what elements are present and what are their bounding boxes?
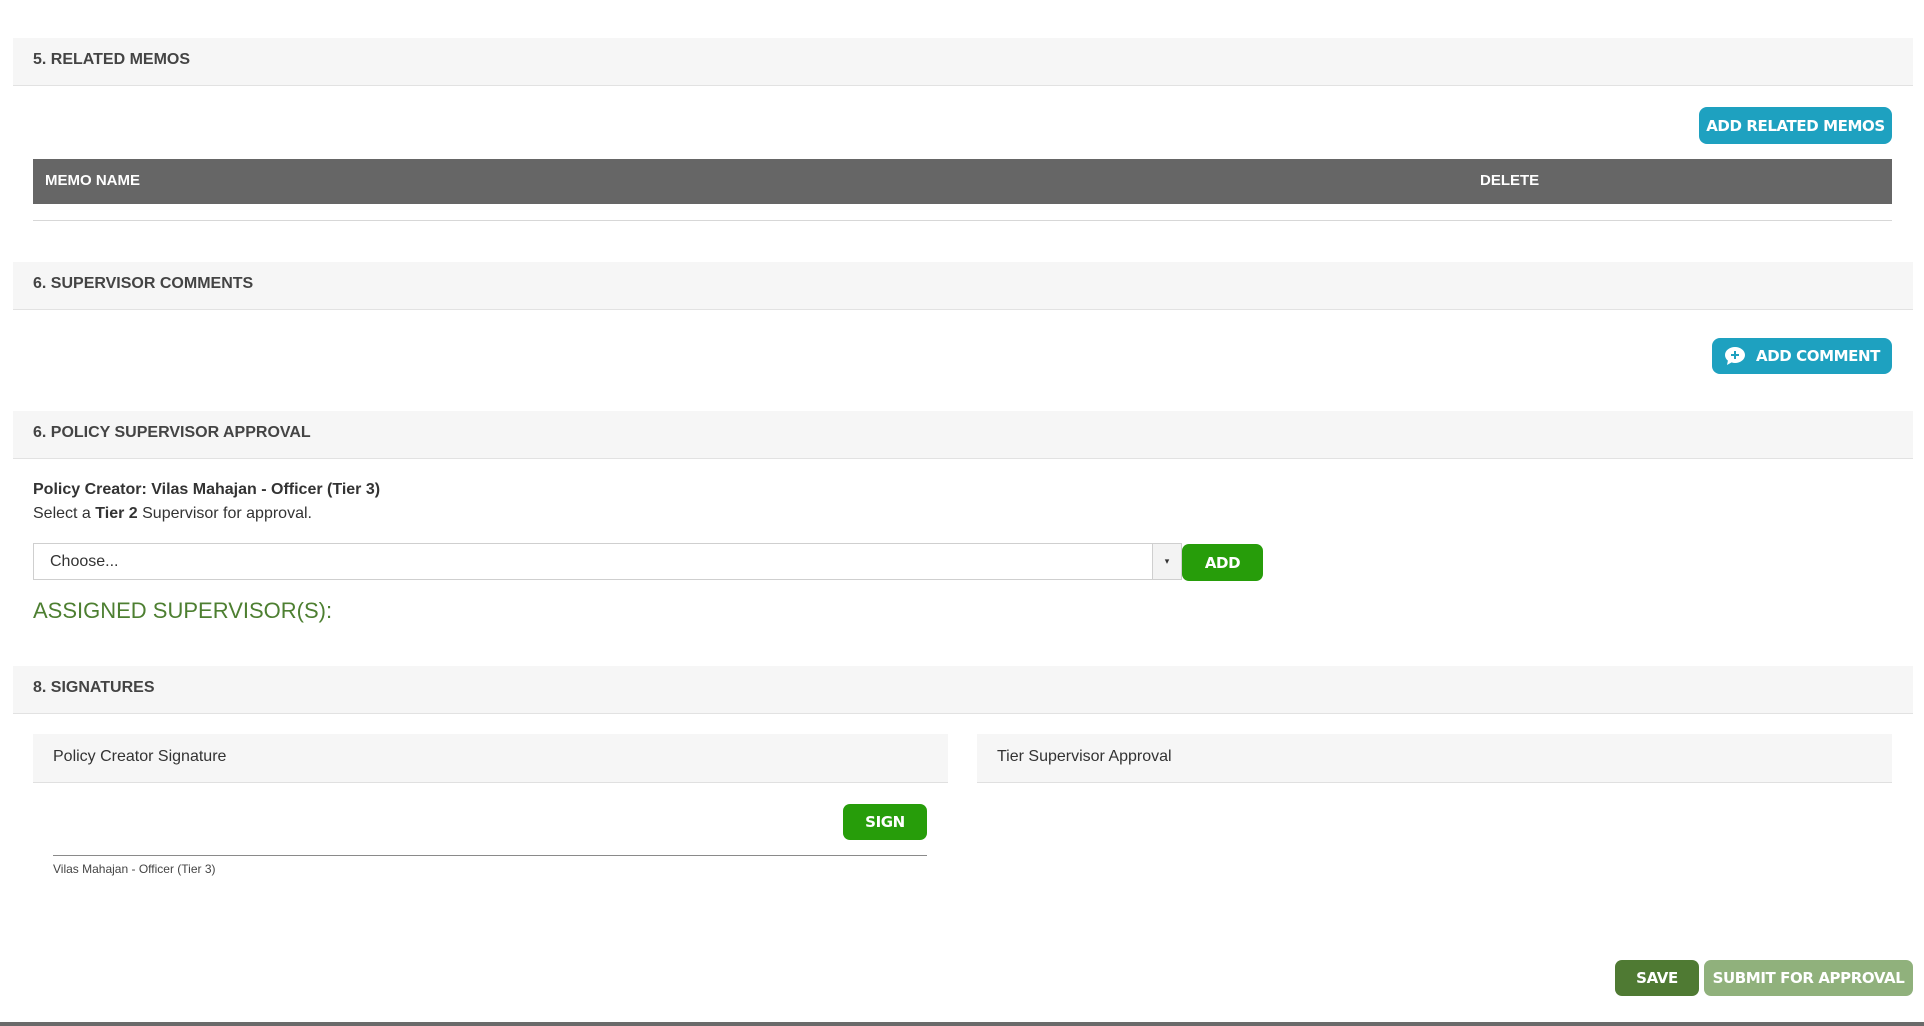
comment-plus-icon — [1725, 347, 1745, 365]
delete-column-header: DELETE — [1480, 172, 1540, 189]
add-supervisor-button[interactable]: ADD — [1182, 544, 1263, 581]
bottom-scroll-strip — [0, 1022, 1924, 1026]
signature-line — [53, 855, 927, 856]
memo-name-column-header: MEMO NAME — [45, 172, 140, 189]
creator-signature-name: Vilas Mahajan - Officer (Tier 3) — [53, 862, 216, 876]
signatures-title: 8. SIGNATURES — [33, 679, 155, 696]
caret-down-icon[interactable]: ▾ — [1152, 544, 1181, 579]
instruction-prefix: Select a — [33, 505, 96, 522]
submit-for-approval-button[interactable]: SUBMIT FOR APPROVAL — [1704, 960, 1913, 996]
assigned-supervisors-label: ASSIGNED SUPERVISOR(S): — [33, 598, 333, 623]
policy-approval-header: 6. POLICY SUPERVISOR APPROVAL — [13, 411, 1913, 459]
supervisor-select-value: Choose... — [50, 553, 119, 570]
creator-signature-title: Policy Creator Signature — [53, 748, 227, 765]
policy-approval-title: 6. POLICY SUPERVISOR APPROVAL — [33, 424, 311, 441]
policy-creator-label: Policy Creator: Vilas Mahajan - Officer … — [33, 481, 381, 498]
related-memos-title: 5. RELATED MEMOS — [33, 51, 191, 68]
supervisor-comments-title: 6. SUPERVISOR COMMENTS — [33, 275, 254, 292]
add-comment-button[interactable]: ADD COMMENT — [1712, 338, 1892, 374]
supervisor-instruction: Select a Tier 2 Supervisor for approval. — [33, 505, 312, 523]
memos-table-header: MEMO NAME DELETE — [33, 159, 1892, 204]
supervisor-select[interactable]: Choose... ▾ — [33, 543, 1182, 580]
add-related-memos-button[interactable]: ADD RELATED MEMOS — [1699, 107, 1892, 144]
supervisor-comments-header: 6. SUPERVISOR COMMENTS — [13, 262, 1913, 310]
signatures-header: 8. SIGNATURES — [13, 666, 1913, 714]
creator-signature-box-header: Policy Creator Signature — [33, 734, 948, 783]
sign-button[interactable]: SIGN — [843, 804, 927, 840]
memos-table-bottom-border — [33, 220, 1892, 221]
save-button[interactable]: SAVE — [1615, 960, 1699, 996]
related-memos-header: 5. RELATED MEMOS — [13, 38, 1913, 86]
supervisor-approval-title: Tier Supervisor Approval — [997, 748, 1172, 765]
instruction-suffix: Supervisor for approval. — [137, 505, 312, 522]
add-comment-label: ADD COMMENT — [1756, 347, 1880, 365]
supervisor-approval-box-header: Tier Supervisor Approval — [977, 734, 1892, 783]
instruction-tier: Tier 2 — [95, 505, 138, 522]
